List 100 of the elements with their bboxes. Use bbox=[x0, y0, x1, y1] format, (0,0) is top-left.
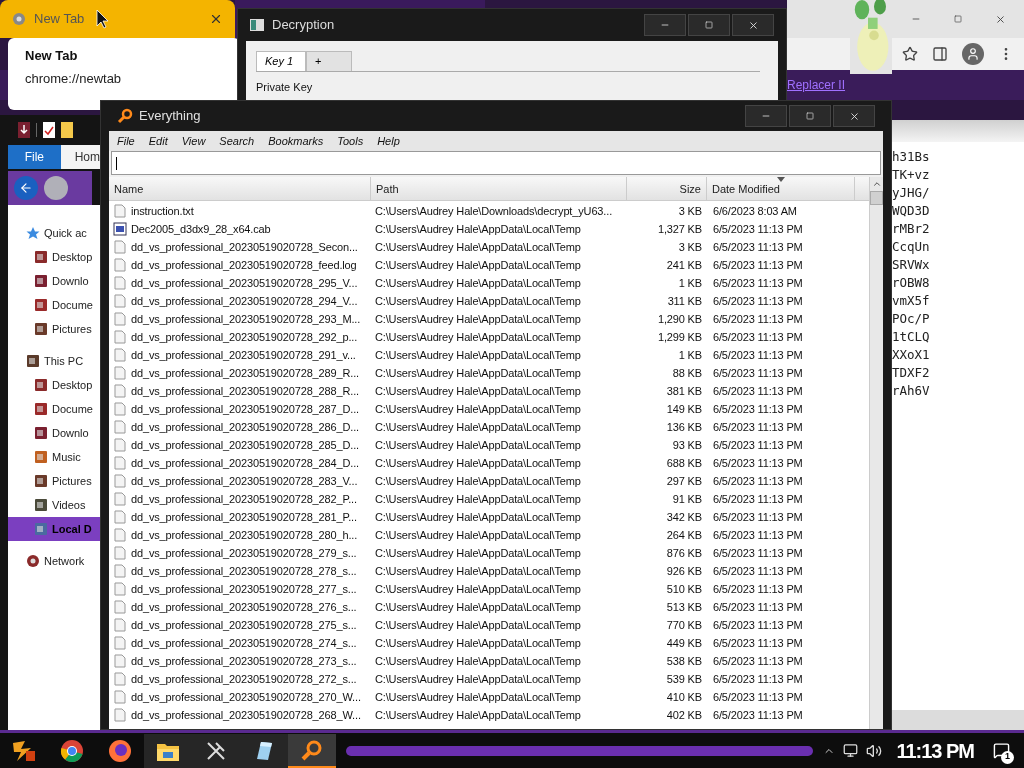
taskbar-app[interactable] bbox=[240, 733, 288, 768]
file-name[interactable]: Dec2005_d3dx9_28_x64.cab bbox=[131, 220, 271, 238]
bookmark-link[interactable]: Replacer II bbox=[787, 76, 846, 94]
menu-item[interactable]: Help bbox=[377, 132, 400, 150]
key-tab[interactable]: Key 1 bbox=[256, 51, 306, 71]
file-name[interactable]: dd_vs_professional_20230519020728_278_s... bbox=[131, 562, 357, 580]
nav-item[interactable]: Quick ac bbox=[8, 221, 100, 245]
nav-item[interactable]: Docume bbox=[8, 397, 100, 421]
menu-item[interactable]: Edit bbox=[148, 132, 168, 150]
file-name[interactable]: dd_vs_professional_20230519020728_295_V... bbox=[131, 274, 358, 292]
nav-item[interactable]: Downlo bbox=[8, 421, 100, 445]
scroll-thumb[interactable] bbox=[870, 191, 883, 205]
menu-item[interactable]: File bbox=[117, 132, 135, 150]
file-name[interactable]: dd_vs_professional_20230519020728_274_s... bbox=[131, 634, 357, 652]
file-name[interactable]: dd_vs_professional_20230519020728_Secon... bbox=[131, 238, 358, 256]
network-icon[interactable] bbox=[843, 743, 859, 758]
file-size: 1,290 KB bbox=[657, 311, 702, 327]
file-path: C:\Users\Audrey Hale\AppData\Local\Temp bbox=[375, 366, 581, 379]
checklist-icon[interactable] bbox=[43, 122, 55, 138]
download-icon[interactable] bbox=[18, 122, 30, 138]
taskbar-app[interactable] bbox=[144, 733, 192, 768]
file-name[interactable]: dd_vs_professional_20230519020728_285_D... bbox=[131, 436, 359, 454]
file-name[interactable]: dd_vs_professional_20230519020728_289_R... bbox=[131, 364, 359, 382]
column-header[interactable]: Size bbox=[627, 177, 707, 201]
scrollbar[interactable] bbox=[869, 177, 883, 729]
menu-item[interactable]: Search bbox=[219, 132, 255, 150]
nav-item[interactable]: Pictures bbox=[8, 317, 100, 341]
menu-item[interactable]: Tools bbox=[337, 132, 364, 150]
nav-item[interactable]: This PC bbox=[8, 349, 100, 373]
back-button[interactable] bbox=[14, 176, 38, 200]
text-line: WQD3D bbox=[892, 202, 931, 220]
maximize-button[interactable] bbox=[688, 14, 730, 36]
date-modified: 6/5/2023 11:13 PM bbox=[713, 528, 803, 541]
file-path: C:\Users\Audrey Hale\AppData\Local\Temp bbox=[375, 384, 581, 397]
file-name[interactable]: dd_vs_professional_20230519020728_272_s... bbox=[131, 670, 357, 688]
file-path: C:\Users\Audrey Hale\AppData\Local\Temp bbox=[375, 258, 581, 271]
nav-item[interactable]: Music bbox=[8, 445, 100, 469]
column-header[interactable]: Name bbox=[109, 177, 371, 201]
nav-item[interactable]: Videos bbox=[8, 493, 100, 517]
nav-item[interactable]: Desktop bbox=[8, 373, 100, 397]
taskbar-app[interactable] bbox=[288, 733, 336, 768]
ribbon-tab[interactable]: File bbox=[8, 145, 61, 169]
file-size: 538 KB bbox=[666, 653, 702, 669]
file-name[interactable]: dd_vs_professional_20230519020728_277_s... bbox=[131, 580, 357, 598]
file-name[interactable]: dd_vs_professional_20230519020728_288_R... bbox=[131, 382, 359, 400]
nav-item[interactable]: Pictures bbox=[8, 469, 100, 493]
forward-button[interactable] bbox=[44, 176, 68, 200]
nav-item[interactable]: Desktop bbox=[8, 245, 100, 269]
document-icon bbox=[113, 528, 127, 542]
file-name[interactable]: dd_vs_professional_20230519020728_282_P... bbox=[131, 490, 357, 508]
file-name[interactable]: dd_vs_professional_20230519020728_294_V... bbox=[131, 292, 358, 310]
menu-item[interactable]: View bbox=[181, 132, 206, 150]
file-name[interactable]: dd_vs_professional_20230519020728_280_h... bbox=[131, 526, 358, 544]
file-name[interactable]: dd_vs_professional_20230519020728_270_W... bbox=[131, 688, 361, 706]
file-path: C:\Users\Audrey Hale\AppData\Local\Temp bbox=[375, 582, 581, 595]
folder-icon bbox=[26, 354, 40, 368]
menu-item[interactable]: Bookmarks bbox=[268, 132, 324, 150]
bookmark-star-icon[interactable] bbox=[902, 46, 918, 62]
file-name[interactable]: dd_vs_professional_20230519020728_284_D... bbox=[131, 454, 359, 472]
nav-item[interactable]: Downlo bbox=[8, 269, 100, 293]
maximize-icon bbox=[806, 112, 814, 120]
file-name[interactable]: dd_vs_professional_20230519020728_283_V... bbox=[131, 472, 358, 490]
nav-item[interactable]: Network bbox=[8, 549, 100, 573]
column-header[interactable]: Path bbox=[371, 177, 627, 201]
file-size: 539 KB bbox=[666, 671, 702, 687]
close-icon[interactable] bbox=[209, 12, 223, 26]
file-name[interactable]: dd_vs_professional_20230519020728_273_s... bbox=[131, 652, 357, 670]
file-name[interactable]: dd_vs_professional_20230519020728_286_D... bbox=[131, 418, 359, 436]
maximize-button[interactable] bbox=[789, 105, 831, 127]
clock[interactable]: 11:13 PM bbox=[890, 735, 980, 766]
file-name[interactable]: dd_vs_professional_20230519020728_feed.log bbox=[131, 256, 357, 274]
file-name[interactable]: dd_vs_professional_20230519020728_281_P... bbox=[131, 508, 357, 526]
file-size: 1 KB bbox=[678, 347, 702, 363]
file-name[interactable]: dd_vs_professional_20230519020728_275_s... bbox=[131, 616, 357, 634]
file-name[interactable]: dd_vs_professional_20230519020728_292_p... bbox=[131, 328, 358, 346]
document-icon bbox=[113, 672, 127, 686]
scroll-up-icon[interactable] bbox=[871, 179, 882, 189]
file-path: C:\Users\Audrey Hale\AppData\Local\Temp bbox=[375, 528, 581, 541]
file-name[interactable]: dd_vs_professional_20230519020728_276_s... bbox=[131, 598, 357, 616]
key-tab[interactable]: + bbox=[306, 51, 352, 71]
file-name[interactable]: dd_vs_professional_20230519020728_279_s... bbox=[131, 544, 357, 562]
file-name[interactable]: dd_vs_professional_20230519020728_293_M... bbox=[131, 310, 361, 328]
file-name[interactable]: dd_vs_professional_20230519020728_291_v... bbox=[131, 346, 356, 364]
column-header[interactable]: Date Modified bbox=[707, 177, 855, 201]
nav-item[interactable]: Docume bbox=[8, 293, 100, 317]
volume-icon[interactable] bbox=[866, 742, 883, 759]
profile-avatar[interactable] bbox=[962, 43, 984, 65]
file-name[interactable]: instruction.txt bbox=[131, 202, 194, 220]
file-name[interactable]: dd_vs_professional_20230519020728_287_D... bbox=[131, 400, 359, 418]
browser-tab[interactable]: New Tab bbox=[0, 0, 235, 38]
file-size: 297 KB bbox=[666, 473, 702, 489]
side-panel-icon[interactable] bbox=[932, 46, 948, 62]
file-name[interactable]: dd_vs_professional_20230519020728_268_W... bbox=[131, 706, 361, 724]
document-icon bbox=[113, 420, 127, 434]
search-field[interactable] bbox=[111, 151, 881, 175]
document-icon bbox=[113, 204, 127, 218]
folder-icon bbox=[34, 522, 48, 536]
ribbon-tab[interactable]: Hom bbox=[60, 145, 100, 169]
date-modified: 6/5/2023 11:13 PM bbox=[713, 708, 803, 721]
notification-button[interactable]: 1 bbox=[988, 737, 1014, 764]
